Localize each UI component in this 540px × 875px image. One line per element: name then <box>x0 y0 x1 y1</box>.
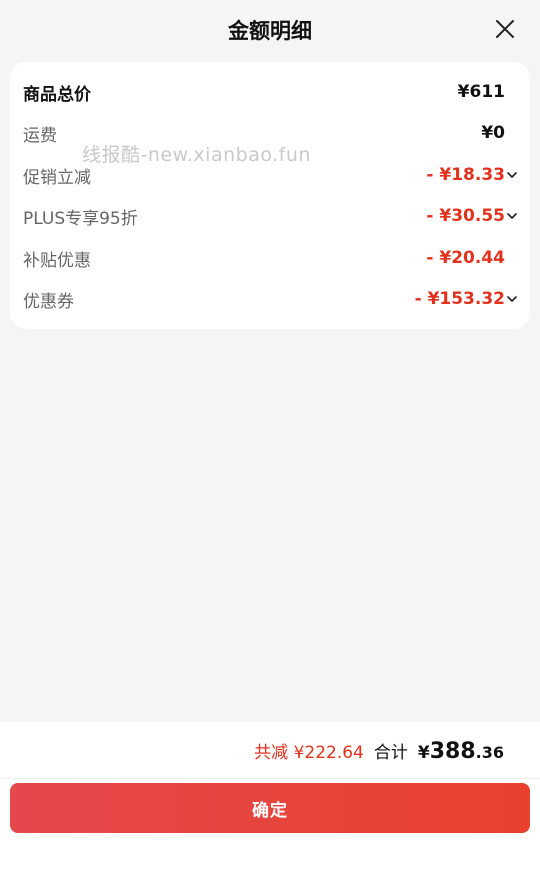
row-plus-discount[interactable]: PLUS专享95折 - ¥30.55 <box>10 201 530 231</box>
row-label: 商品总价 <box>23 84 91 105</box>
row-subsidy: 补贴优惠 - ¥20.44 <box>10 243 530 273</box>
row-label: 运费 <box>23 125 57 146</box>
currency-symbol: ¥ <box>417 743 430 763</box>
row-value: - ¥20.44 <box>426 248 505 268</box>
total-label: 合计 <box>373 743 408 763</box>
row-goods-total: 商品总价 ¥611 <box>10 77 530 107</box>
row-value: - ¥153.32 <box>414 289 505 309</box>
row-label: 优惠券 <box>23 291 74 312</box>
total-summary: 共减 ¥222.64 合计 ¥388.36 <box>254 738 504 766</box>
chevron-down-icon[interactable] <box>506 210 518 222</box>
page-title: 金额明细 <box>228 19 312 43</box>
watermark-text: 线报酷-new.xianbao.fun <box>82 144 311 166</box>
chevron-down-icon[interactable] <box>506 293 518 305</box>
amount-breakdown-card: 商品总价 ¥611 运费 ¥0 促销立减 - ¥18.33 PLUS专享95折 … <box>10 62 530 329</box>
row-value: ¥0 <box>481 123 505 143</box>
total-decimal: .36 <box>475 743 504 762</box>
divider <box>0 778 540 779</box>
total-discount: 共减 ¥222.64 <box>254 743 364 763</box>
header-bar: 金额明细 <box>0 0 540 60</box>
confirm-button[interactable]: 确定 <box>10 783 530 833</box>
row-label: 补贴优惠 <box>23 250 91 271</box>
close-icon[interactable] <box>494 18 516 40</box>
row-label: 促销立减 <box>23 167 91 188</box>
total-amount: ¥388.36 <box>418 739 504 764</box>
row-value: - ¥30.55 <box>426 206 505 226</box>
footer-bar: 共减 ¥222.64 合计 ¥388.36 确定 <box>0 722 540 875</box>
row-coupon[interactable]: 优惠券 - ¥153.32 <box>10 284 530 314</box>
row-value: - ¥18.33 <box>426 165 505 185</box>
total-integer: 388 <box>429 739 476 764</box>
row-value: ¥611 <box>457 82 505 102</box>
chevron-down-icon[interactable] <box>506 169 518 181</box>
row-label: PLUS专享95折 <box>23 208 138 229</box>
